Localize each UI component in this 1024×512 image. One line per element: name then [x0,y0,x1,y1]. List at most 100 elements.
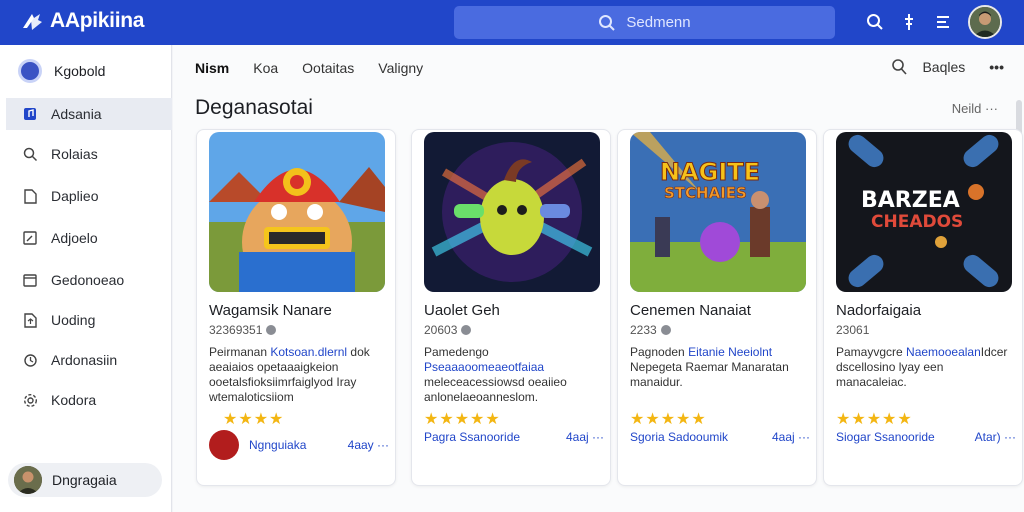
card-desc-text-2: meleceacessiowsd oeaiieo anlonelaeoannes… [424,375,567,404]
card-description: Pagnoden Eitanie Neeiolnt Nepegeta Raema… [630,345,810,390]
profile-icon[interactable] [890,58,908,76]
card-action[interactable]: 4aaj ··· [566,430,604,444]
sidebar-item-3[interactable]: Adjoelo [6,222,172,254]
sidebar-item-label: Daplieo [51,188,99,204]
app-card[interactable]: Wagamsik Nanare 32369351 Peirmanan Kotso… [196,129,396,486]
card-action[interactable]: Atar) ··· [975,430,1016,444]
sidebar-item-1[interactable]: Rolaias [6,138,172,170]
sidebar-item-7[interactable]: Kodora [6,384,172,416]
card-desc-text: Peirmanan [209,345,271,359]
card-developer[interactable]: Pagra Ssanooride [424,430,566,444]
sidebar-item-label: Kodora [51,392,97,408]
svg-text:NAGITE: NAGITE [660,158,760,186]
info-icon [461,325,472,335]
developer-avatar [209,430,239,460]
sidebar-item-6[interactable]: Ardonasiin [6,344,172,376]
card-desc-text-2: Nepegeta Raemar Manaratan manaidur. [630,360,789,389]
card-description: Peirmanan Kotsoan.dlernl dok aeaiaios op… [209,345,389,405]
card-desc-link[interactable]: Eitanie Neeiolnt [688,345,772,359]
card-desc-link[interactable]: Naemooealan [906,345,981,359]
sidebar-item-label: Uoding [51,312,96,328]
card-developer[interactable]: Sgoria Sadooumik [630,430,772,444]
app-card[interactable]: BARZEA CHEADOS Nadorfaigaia 23061 Pamayv… [823,129,1023,486]
app-logo[interactable]: AApikiina [20,8,144,34]
header-label[interactable]: Baqles [922,59,965,75]
rating-stars: ★★★★ [223,411,285,428]
tab-3[interactable]: Valigny [378,60,423,76]
card-action[interactable]: 4aay ··· [348,438,389,452]
search-icon[interactable] [864,11,886,33]
card-meta-value: 32369351 [209,323,263,337]
upload-icon [22,312,38,328]
edit-icon [22,230,38,246]
app-card[interactable]: NAGITE STCHAIES Cenemen Nanaiat 2233 Pag… [617,129,817,486]
section-title: Deganasotai [195,96,313,119]
top-app-bar: AApikiina Sedmenn [0,0,1024,45]
svg-text:BARZEA: BARZEA [861,188,960,213]
search-placeholder: Sedmenn [626,14,691,31]
card-developer[interactable]: Ngnguiaka [249,438,348,452]
sidebar-item-5[interactable]: Uoding [6,304,172,336]
game-thumbnail [209,132,385,292]
sidebar: Kgobold Adsania Rolaias Daplieo Adjoelo … [0,45,172,512]
card-meta-value: 20603 [424,323,458,337]
calendar-icon [22,272,38,288]
avatar [14,466,42,494]
rating-stars: ★★★★★ [424,411,501,428]
card-footer: Pagra Ssanooride 4aaj ··· [424,430,604,444]
profile-avatar[interactable] [968,5,1002,39]
rating-stars: ★★★★★ [630,411,707,428]
card-desc-text: Pamayvgcre [836,345,907,359]
card-desc-link[interactable]: Kotsoan.dlernl [270,345,347,359]
card-desc-text: Pagnoden [630,345,689,359]
sidebar-item-label: Rolaias [51,146,98,162]
game-thumbnail: BARZEA CHEADOS [836,132,1012,292]
main-content: Nism Koa Ootaitas Valigny Baqles ••• Deg… [173,45,1024,512]
card-footer: Siogar Ssanooride Atar) ··· [836,430,1016,444]
tab-0[interactable]: Nism [195,60,229,76]
card-meta: 32369351 [209,323,277,337]
more-menu-button[interactable]: ••• [989,59,1004,75]
svg-text:CHEADOS: CHEADOS [871,212,963,232]
tab-bar: Nism Koa Ootaitas Valigny [195,60,447,76]
card-description: Pamedengo Pseaaaoomeaeotfaiaa meleceaces… [424,345,604,405]
card-meta: 20603 [424,323,472,337]
card-meta-value: 2233 [630,323,657,337]
sidebar-item-4[interactable]: Gedonoeao [6,264,172,296]
document-icon [22,188,38,204]
card-footer: Sgoria Sadooumik 4aaj ··· [630,430,810,444]
card-description: Pamayvgcre NaemooealanIdcer dscellosino … [836,345,1016,390]
section-more-link[interactable]: Neild ··· [952,101,998,116]
sidebar-item-0[interactable]: Adsania [6,98,172,130]
app-title: AApikiina [50,9,145,32]
sidebar-item-label: Gedonoeao [51,272,125,288]
info-icon [660,325,671,335]
tab-2[interactable]: Ootaitas [302,60,354,76]
card-action[interactable]: 4aaj ··· [772,430,810,444]
rating-stars: ★★★★★ [836,411,913,428]
sidebar-item-2[interactable]: Daplieo [6,180,172,212]
account-switcher[interactable]: Kgobold [18,59,105,83]
card-title: Uaolet Geh [424,302,500,319]
account-icon [18,59,42,83]
app-card[interactable]: Uaolet Geh 20603 Pamedengo Pseaaaoomeaeo… [411,129,611,486]
pin-icon[interactable] [898,11,920,33]
game-thumbnail [424,132,600,292]
user-profile-chip[interactable]: Dngragaia [8,463,162,497]
music-icon [22,106,38,122]
account-label: Kgobold [54,63,106,79]
logo-arrow-icon [23,14,42,30]
search-bar[interactable]: Sedmenn [454,6,835,39]
card-developer[interactable]: Siogar Ssanooride [836,430,975,444]
card-desc-link[interactable]: Pseaaaoomeaeotfaiaa [424,360,544,374]
search-icon [599,14,616,31]
refresh-icon [22,352,38,368]
gear-icon [22,392,38,408]
sidebar-item-label: Ardonasiin [51,352,118,368]
card-title: Cenemen Nanaiat [630,302,751,319]
sidebar-item-label: Adsania [51,106,102,122]
tab-1[interactable]: Koa [253,60,278,76]
menu-icon[interactable] [932,11,954,33]
user-name: Dngragaia [52,472,117,488]
search-icon [22,146,38,162]
